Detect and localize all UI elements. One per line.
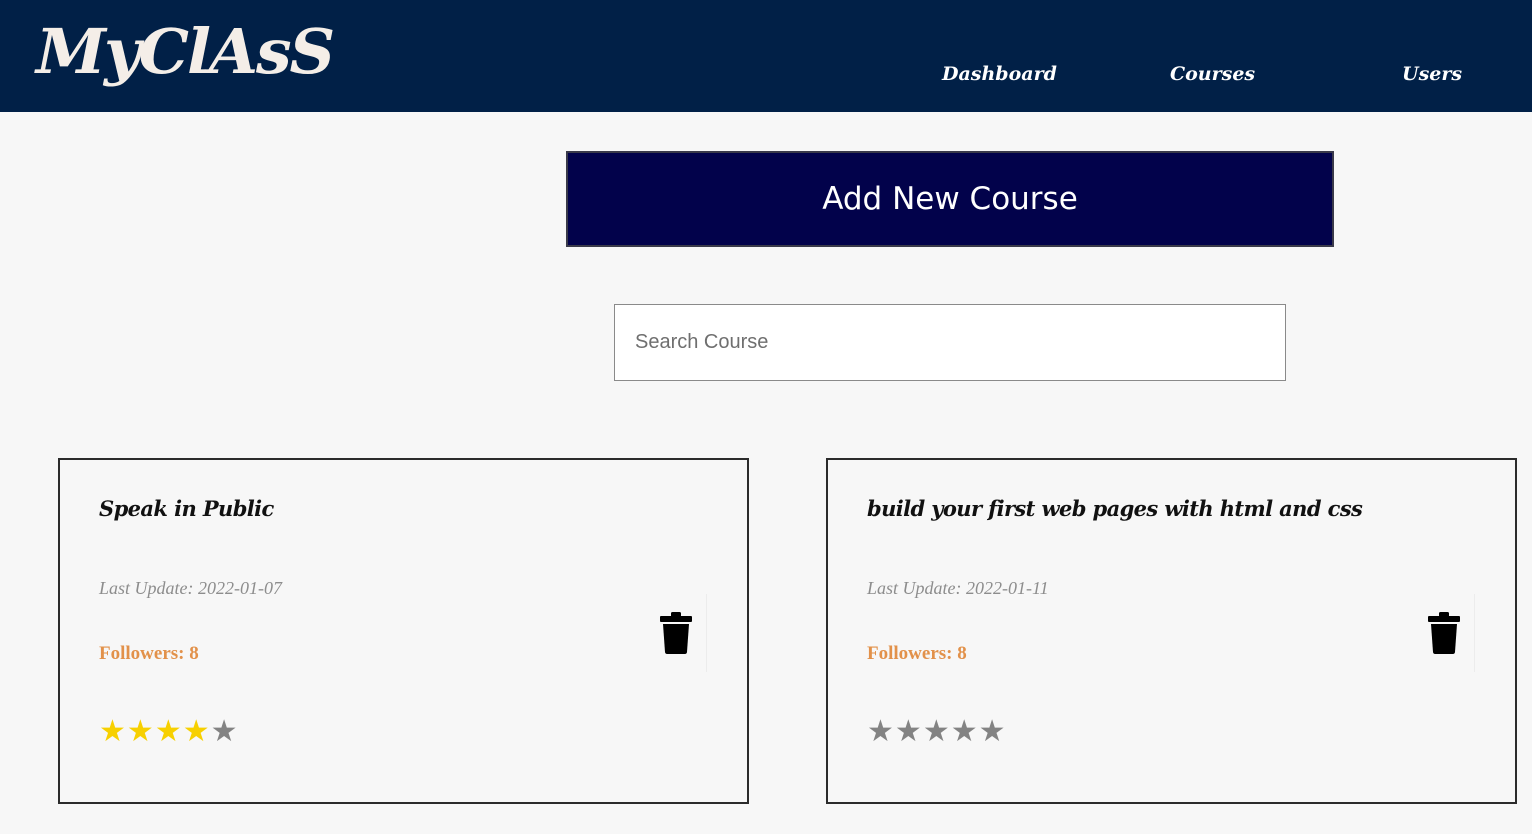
nav-dashboard-link[interactable]: Dashboard bbox=[942, 58, 1057, 90]
star-icon[interactable]: ★ bbox=[923, 714, 951, 749]
course-title[interactable]: Speak in Public bbox=[99, 496, 274, 521]
star-icon[interactable]: ★ bbox=[951, 714, 979, 749]
star-icon[interactable]: ★ bbox=[867, 714, 895, 749]
star-icon[interactable]: ★ bbox=[155, 714, 183, 749]
star-icon[interactable]: ★ bbox=[183, 714, 211, 749]
course-followers: Followers: 8 bbox=[99, 643, 199, 664]
course-card: Speak in Public Last Update: 2022-01-07 … bbox=[58, 458, 749, 804]
star-icon[interactable]: ★ bbox=[127, 714, 155, 749]
search-course-input[interactable] bbox=[614, 304, 1286, 381]
star-icon[interactable]: ★ bbox=[895, 714, 923, 749]
star-icon[interactable]: ★ bbox=[211, 714, 239, 749]
nav-users-link[interactable]: Users bbox=[1402, 58, 1462, 90]
trash-icon bbox=[660, 612, 692, 654]
nav-courses-link[interactable]: Courses bbox=[1170, 58, 1255, 90]
star-icon[interactable]: ★ bbox=[979, 714, 1007, 749]
add-new-course-button[interactable]: Add New Course bbox=[566, 151, 1334, 247]
app-logo[interactable]: MyClAsS bbox=[36, 4, 335, 100]
trash-icon bbox=[1428, 612, 1460, 654]
star-icon[interactable]: ★ bbox=[99, 714, 127, 749]
course-card: build your first web pages with html and… bbox=[826, 458, 1517, 804]
course-followers: Followers: 8 bbox=[867, 643, 967, 664]
course-rating[interactable]: ★★★★★ bbox=[99, 714, 239, 750]
course-last-update: Last Update: 2022-01-07 bbox=[99, 578, 282, 598]
course-title[interactable]: build your first web pages with html and… bbox=[867, 496, 1363, 521]
course-last-update: Last Update: 2022-01-11 bbox=[867, 578, 1049, 598]
top-navbar: MyClAsS Dashboard Courses Users bbox=[0, 0, 1532, 112]
delete-course-button[interactable] bbox=[1414, 594, 1475, 672]
delete-course-button[interactable] bbox=[646, 594, 707, 672]
course-rating[interactable]: ★★★★★ bbox=[867, 714, 1007, 750]
